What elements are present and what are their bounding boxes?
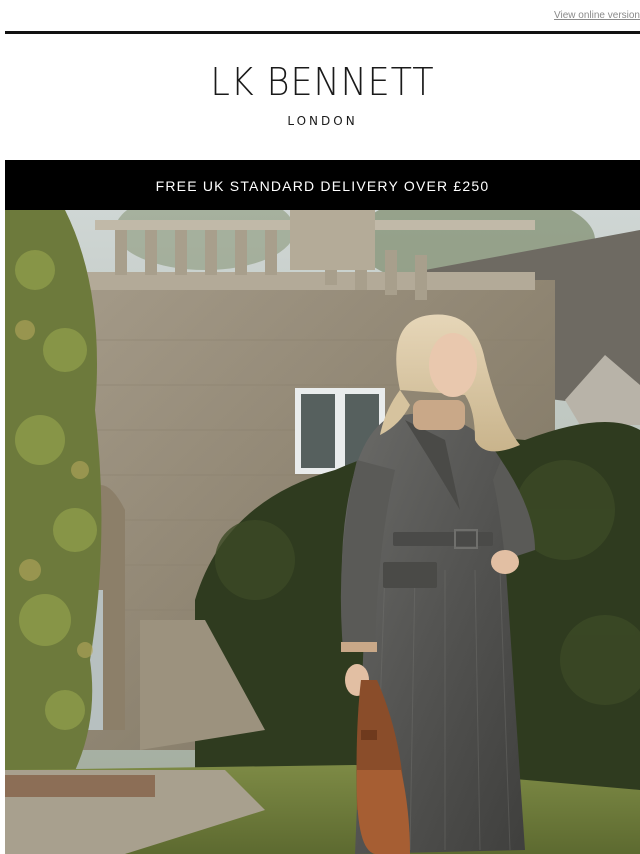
logo-wordmark: LK BENNETT: [210, 60, 435, 104]
brand-logo[interactable]: LK BENNETT LONDON: [5, 34, 640, 160]
logo-subtext: LONDON: [287, 114, 358, 128]
hero-photo-illustration: [5, 210, 640, 854]
preheader: View online version: [0, 0, 640, 32]
view-online-link[interactable]: View online version: [554, 10, 640, 21]
delivery-banner[interactable]: FREE UK STANDARD DELIVERY OVER £250: [5, 160, 640, 210]
hero-image[interactable]: [5, 210, 640, 854]
